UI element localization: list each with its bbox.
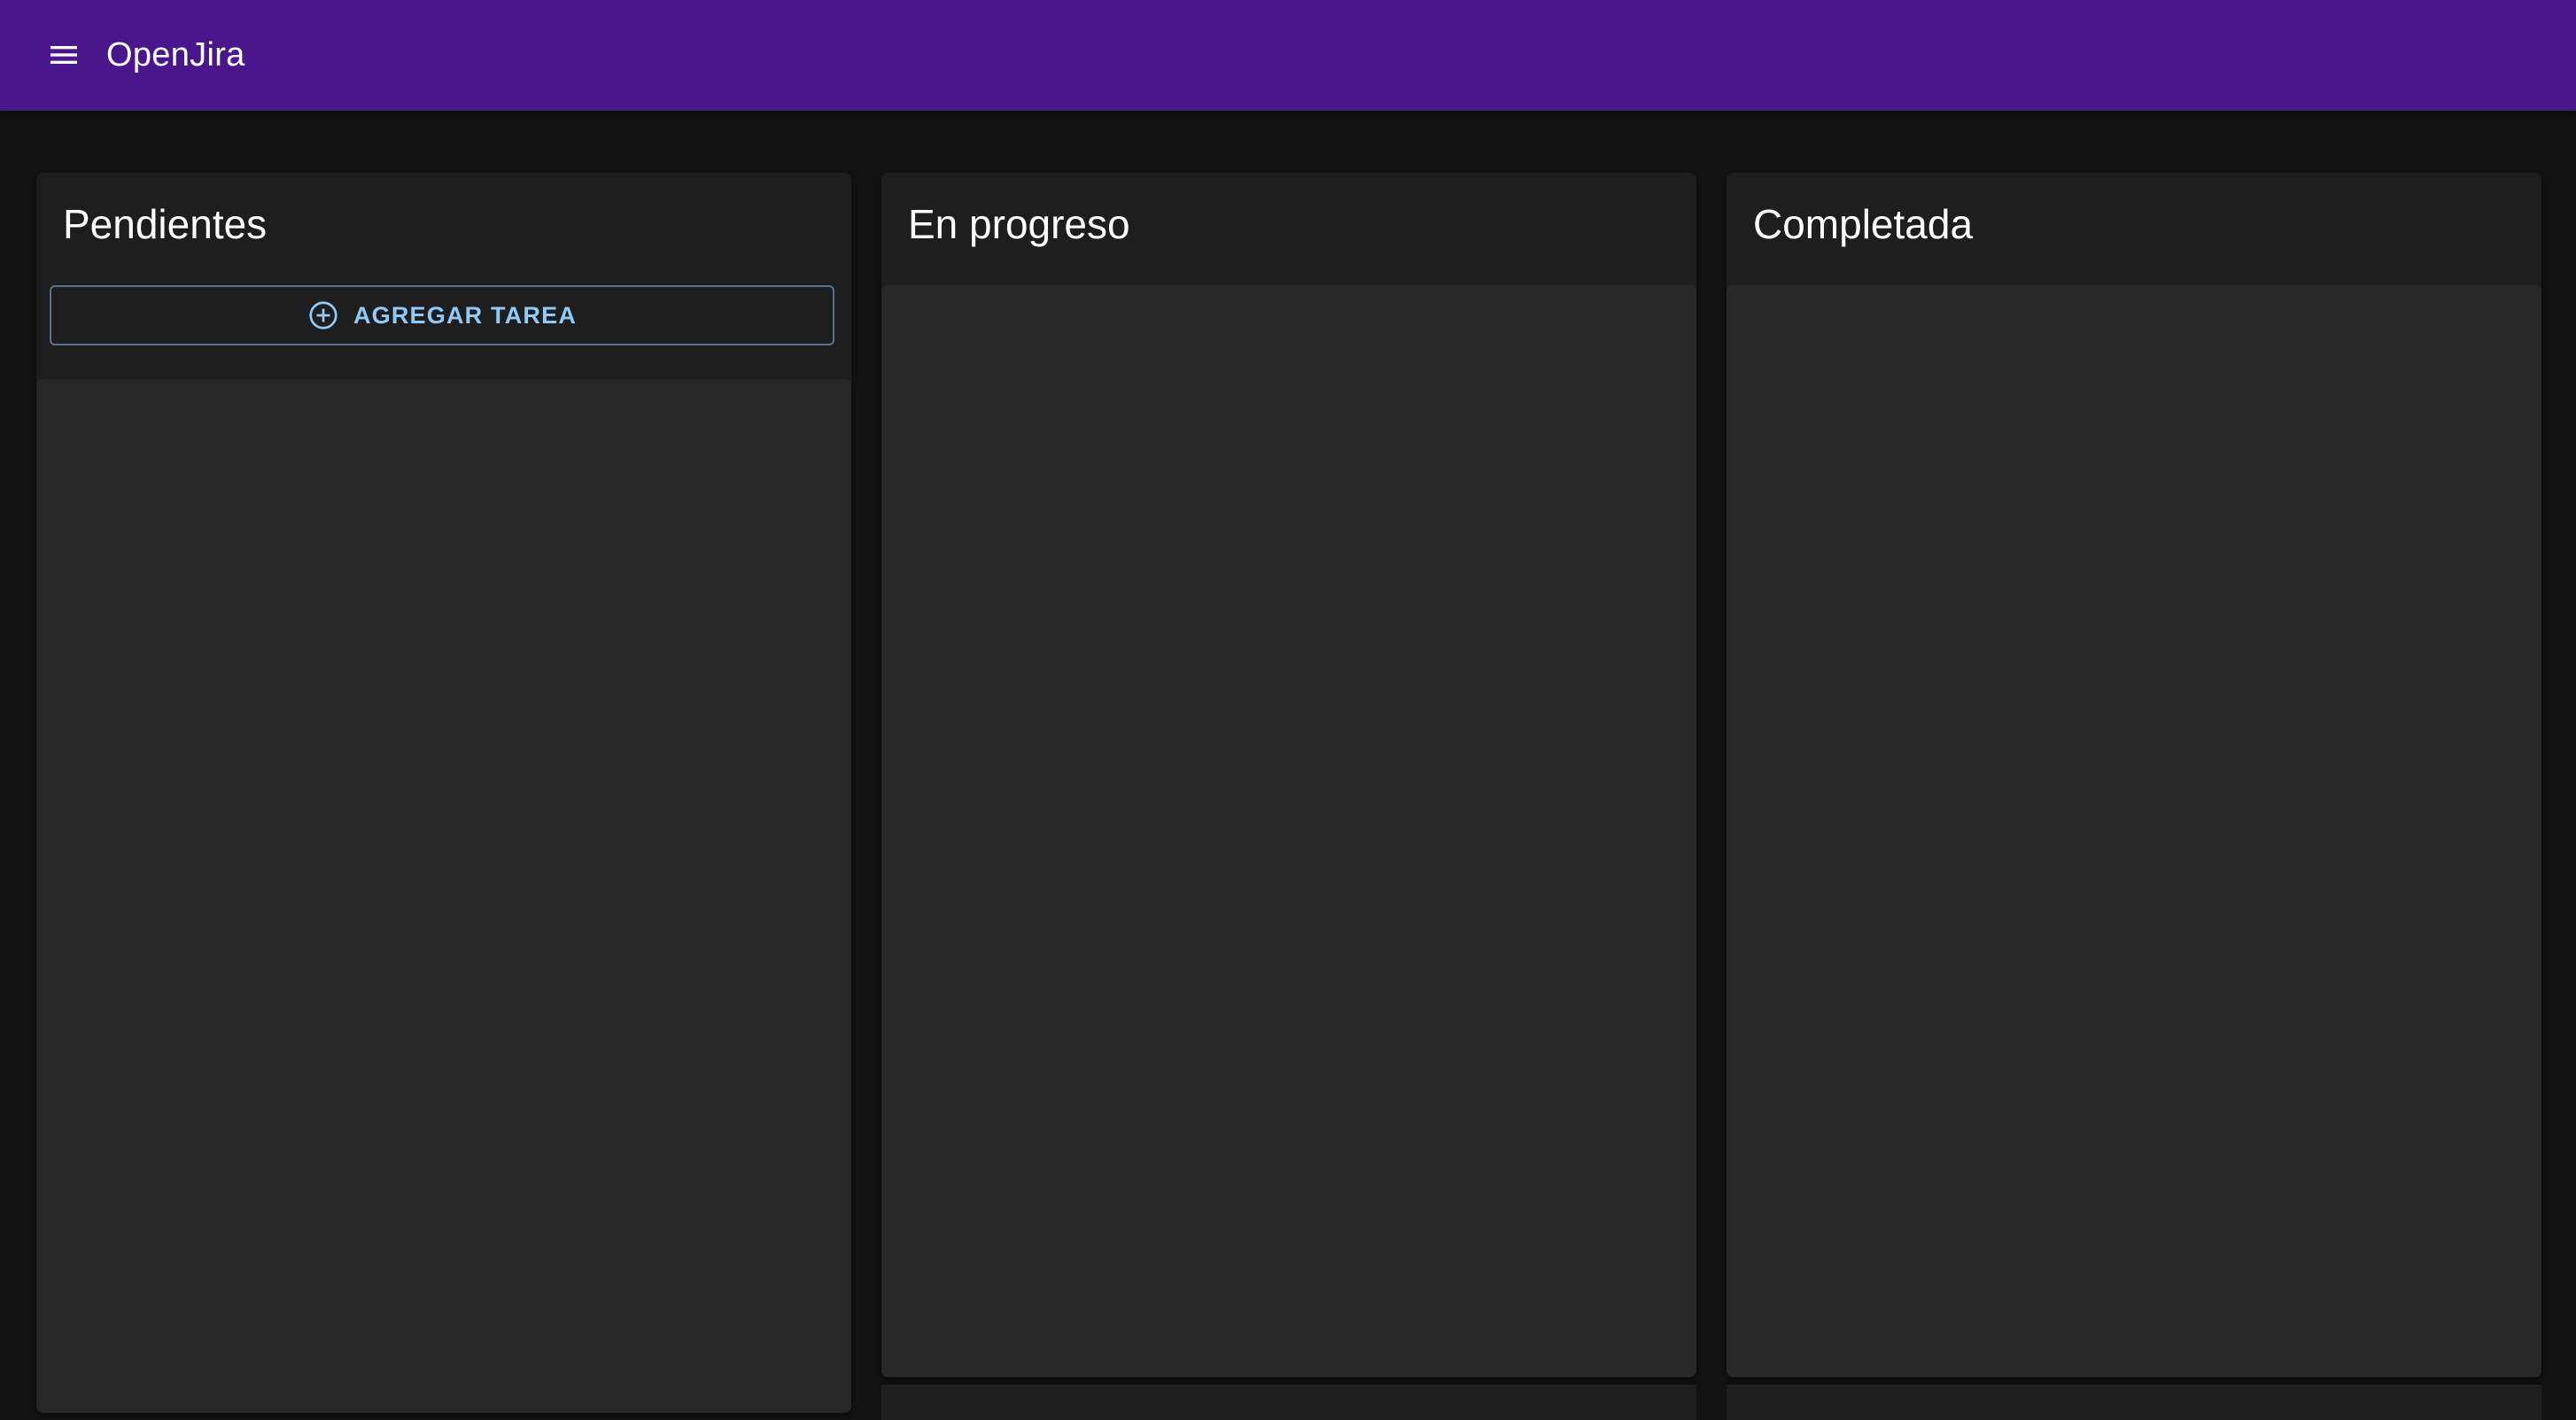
app-bar: OpenJira — [0, 0, 2576, 111]
add-circle-icon — [309, 301, 338, 330]
task-list-completed[interactable] — [1726, 285, 2541, 1377]
app-title: OpenJira — [106, 36, 245, 74]
column-completed: Completada — [1726, 173, 2541, 1377]
column-footer — [1726, 1383, 2541, 1420]
column-in-progress: En progreso — [881, 173, 1696, 1377]
task-list-in-progress[interactable] — [881, 285, 1696, 1377]
column-title: Pendientes — [63, 201, 268, 247]
task-list-pending[interactable] — [36, 379, 851, 1413]
add-task-label: AGREGAR TAREA — [353, 301, 578, 329]
column-title: En progreso — [908, 201, 1130, 247]
menu-icon — [50, 46, 77, 64]
menu-button[interactable] — [32, 23, 96, 87]
add-task-button[interactable]: AGREGAR TAREA — [50, 285, 834, 345]
column-title: Completada — [1753, 201, 1974, 247]
column-footer — [881, 1383, 1696, 1420]
column-pending: Pendientes AGREGAR TAREA — [36, 173, 851, 1413]
